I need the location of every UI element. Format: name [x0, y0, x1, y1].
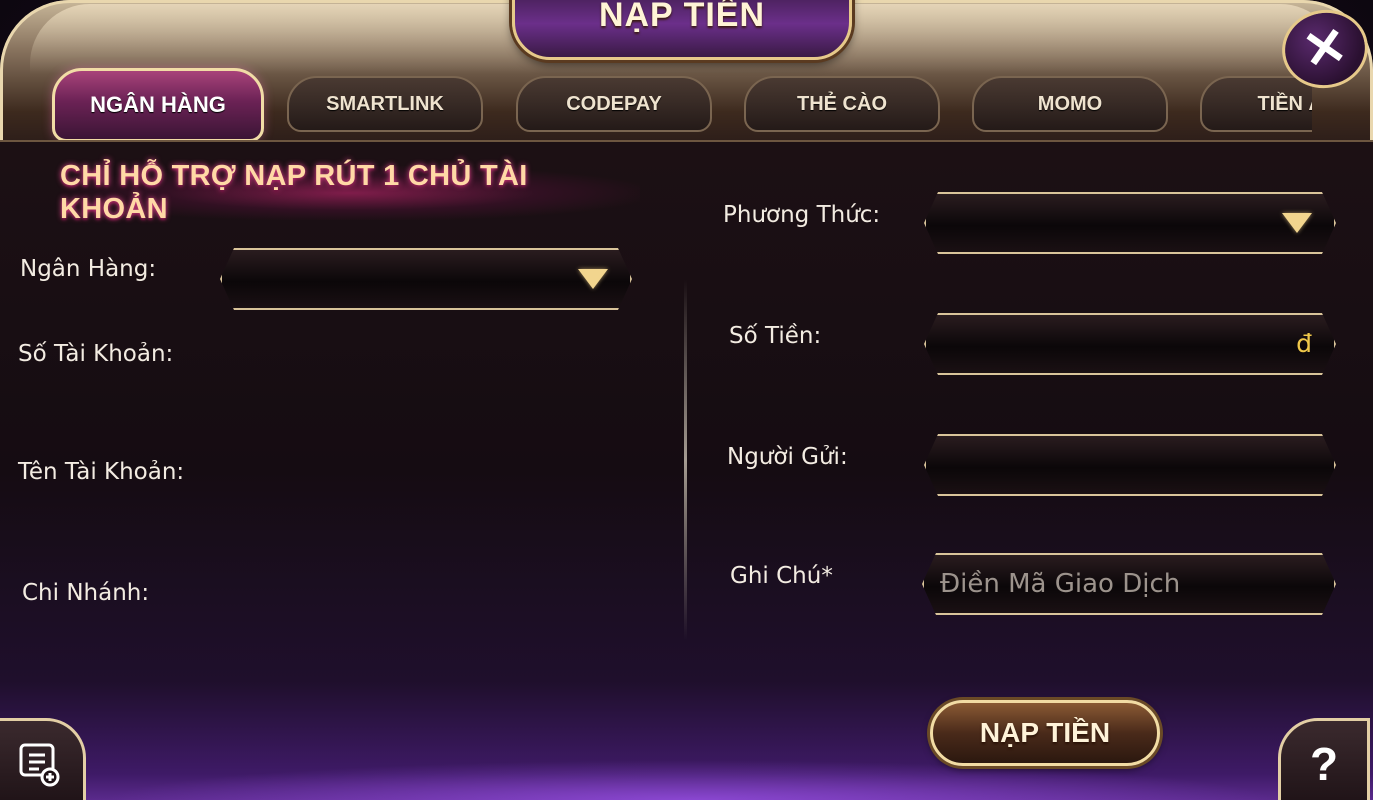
- tab-bar: NGÂN HÀNG SMARTLINK CODEPAY THẺ CÀO MOMO…: [0, 68, 1373, 144]
- method-label: Phương Thức:: [723, 202, 881, 228]
- bank-select[interactable]: [220, 248, 632, 310]
- tab-momo[interactable]: MOMO: [972, 76, 1168, 132]
- notice-banner: CHỈ HỖ TRỢ NẠP RÚT 1 CHỦ TÀI KHOẢN: [60, 160, 640, 225]
- tab-smartlink[interactable]: SMARTLINK: [287, 76, 483, 132]
- tab-the-cao[interactable]: THẺ CÀO: [744, 76, 940, 132]
- notice-text: CHỈ HỖ TRỢ NẠP RÚT 1 CHỦ TÀI KHOẢN: [60, 160, 528, 225]
- help-button[interactable]: ?: [1278, 718, 1370, 800]
- branch-label: Chi Nhánh:: [22, 580, 150, 606]
- help-icon: ?: [1309, 738, 1339, 790]
- column-divider: [684, 280, 687, 640]
- dialog-title: NẠP TIỀN: [598, 0, 766, 34]
- note-label: Ghi Chú*: [730, 563, 833, 589]
- title-plaque: NẠP TIỀN: [512, 0, 852, 60]
- history-icon: [19, 743, 60, 787]
- dropdown-arrow-icon: [578, 269, 608, 289]
- amount-label: Số Tiền:: [729, 323, 822, 349]
- tab-tien-ao[interactable]: TIỀN ẢO: [1200, 76, 1312, 132]
- bottom-glow: [100, 760, 1280, 800]
- tab-ngan-hang[interactable]: NGÂN HÀNG: [52, 68, 264, 142]
- note-input[interactable]: [940, 555, 1310, 613]
- submit-button[interactable]: NẠP TIỀN: [930, 700, 1160, 766]
- account-number-label: Số Tài Khoản:: [18, 341, 174, 367]
- sender-field[interactable]: [924, 434, 1336, 496]
- tab-codepay[interactable]: CODEPAY: [516, 76, 712, 132]
- note-field-wrap: [922, 553, 1336, 615]
- dropdown-arrow-icon: [1282, 213, 1312, 233]
- currency-symbol: đ: [1296, 329, 1312, 358]
- tab-overflow: TIỀN ẢO: [1200, 68, 1312, 144]
- amount-field[interactable]: đ: [924, 313, 1336, 375]
- method-select[interactable]: [924, 192, 1336, 254]
- close-icon: ✕: [1298, 16, 1352, 82]
- sender-label: Người Gửi:: [727, 444, 848, 470]
- bank-label: Ngân Hàng:: [20, 256, 157, 282]
- history-button[interactable]: [0, 718, 86, 800]
- account-name-label: Tên Tài Khoản:: [18, 459, 185, 485]
